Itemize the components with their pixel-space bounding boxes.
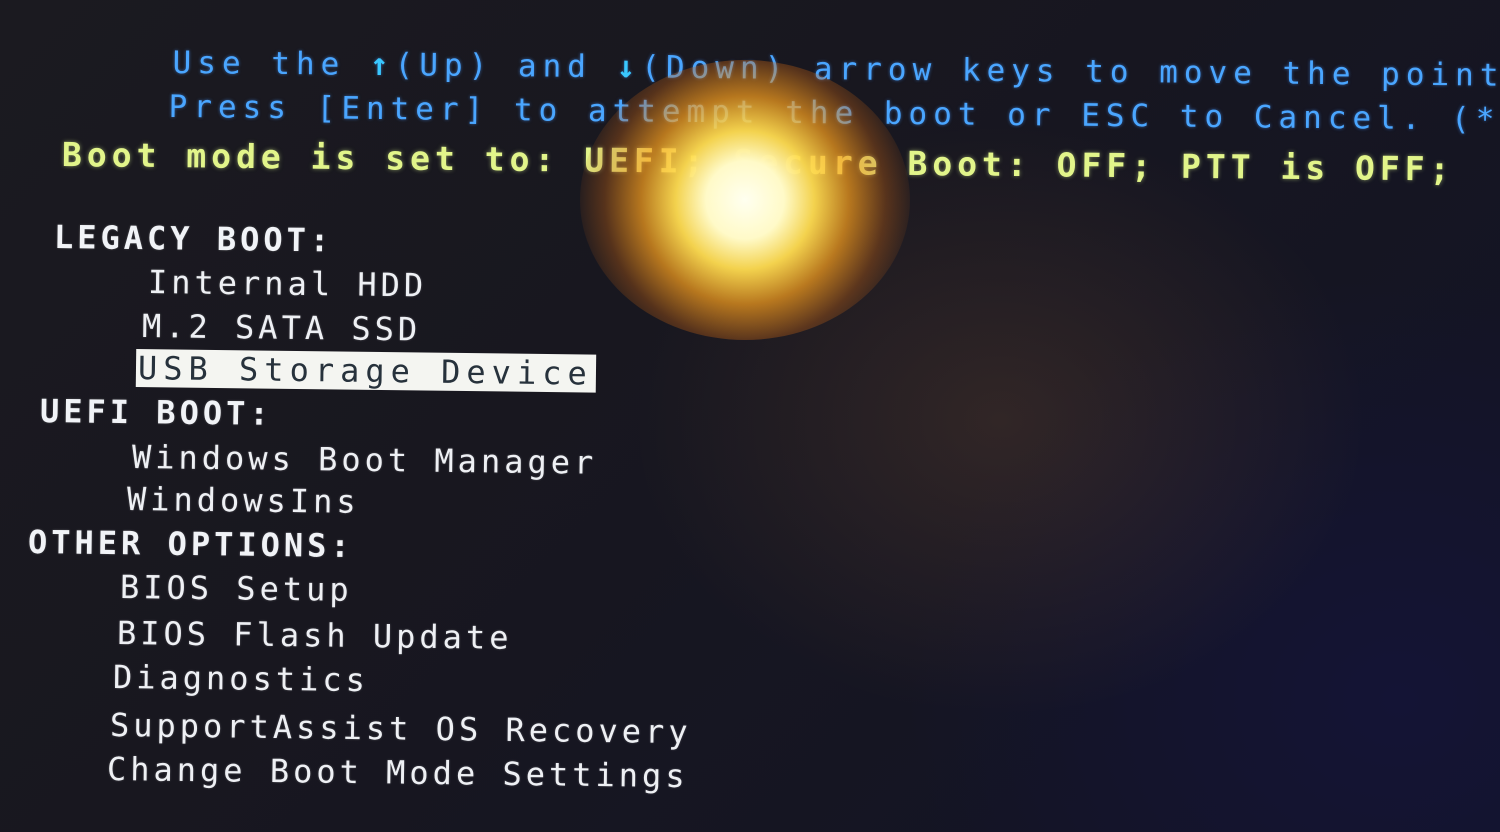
boot-item-windowsins[interactable]: WindowsIns (127, 480, 360, 521)
option-bios-setup[interactable]: BIOS Setup (120, 568, 353, 609)
instruction-text: Press [Enter] to attempt the boot or ESC… (168, 88, 1500, 139)
boot-menu-screen: Use the ↑(Up) and ↓(Down) arrow keys to … (0, 0, 1500, 832)
boot-item-internal-hdd[interactable]: Internal HDD (148, 263, 428, 304)
option-change-boot-mode-settings[interactable]: Change Boot Mode Settings (107, 750, 689, 795)
section-other-options: OTHER OPTIONS: (27, 523, 354, 565)
option-supportassist-os-recovery[interactable]: SupportAssist OS Recovery (110, 706, 692, 751)
boot-item-m2-sata-ssd[interactable]: M.2 SATA SSD (142, 307, 422, 348)
option-diagnostics[interactable]: Diagnostics (113, 658, 369, 699)
section-legacy-boot: LEGACY BOOT: (53, 218, 334, 260)
option-bios-flash-update[interactable]: BIOS Flash Update (117, 614, 513, 657)
boot-item-windows-boot-manager[interactable]: Windows Boot Manager (132, 438, 598, 482)
section-uefi-boot: UEFI BOOT: (39, 392, 273, 433)
boot-item-usb-storage-device[interactable]: USB Storage Device (135, 349, 596, 393)
